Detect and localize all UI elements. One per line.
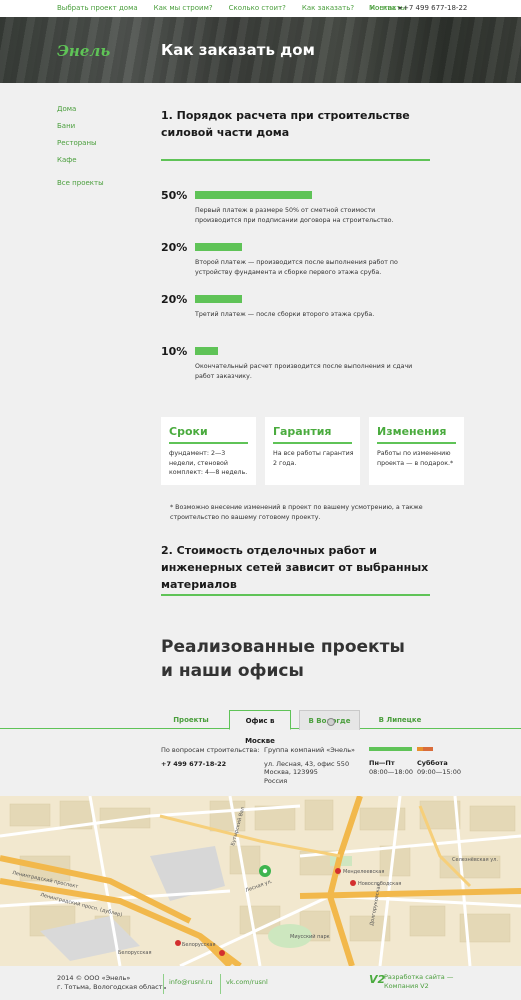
city-label: Москва bbox=[369, 4, 396, 12]
footer: 2014 © ООО «Энель» г. Тотьма, Вологодска… bbox=[0, 966, 521, 1000]
metro-icon bbox=[335, 868, 341, 874]
metro-icon bbox=[219, 950, 225, 956]
card-divider bbox=[273, 442, 352, 444]
schedule-saturday-hours: 09:00—15:00 bbox=[417, 767, 461, 776]
section2-title: 2. Стоимость отделочных работ и инженерн… bbox=[161, 544, 429, 591]
payment-bar bbox=[195, 191, 312, 199]
schedule-weekdays-hours: 08:00—18:00 bbox=[369, 767, 413, 776]
map-label-seleznevskaya: Селезнёвская ул. bbox=[452, 857, 498, 863]
card-text: На все работы гарантия 2 года. bbox=[273, 450, 354, 467]
payment-description: Третий платеж — после сборки второго эта… bbox=[195, 311, 375, 318]
city-selector[interactable]: Москва bbox=[369, 4, 402, 12]
schedule-weekdays: Пн—Пт 08:00—18:00 bbox=[369, 759, 413, 776]
info-cards: Сроки фундамент: 2—3 недели, стеновой ко… bbox=[161, 417, 464, 485]
card-title: Изменения bbox=[377, 425, 447, 438]
footer-vk-link[interactable]: vk.com/rusnl bbox=[226, 978, 268, 986]
map-label-mendeleevskaya: Менделеевская bbox=[343, 869, 384, 875]
payment-percent: 50% bbox=[161, 189, 188, 202]
mouse-cursor-icon bbox=[327, 718, 335, 726]
sidebar: Дома Бани Рестораны Кафе Все проекты bbox=[57, 105, 104, 196]
map-label-belorusskaya-2: Белорусская bbox=[118, 950, 151, 956]
projects-title: Реализованные проекты и наши офисы bbox=[161, 635, 461, 683]
office-company: Группа компаний «Энель» bbox=[264, 746, 356, 754]
payment-percent: 10% bbox=[161, 345, 188, 358]
logo[interactable]: Энель bbox=[57, 42, 110, 60]
sidebar-item-restaurants[interactable]: Рестораны bbox=[57, 139, 104, 156]
metro-icon bbox=[175, 940, 181, 946]
tab-lipetsk[interactable]: В Липецке bbox=[369, 710, 431, 730]
developer-credit-line2: Компания V2 bbox=[384, 982, 429, 990]
card-changes: Изменения Работы по изменению проекта — … bbox=[369, 417, 464, 485]
card-title: Сроки bbox=[169, 425, 208, 438]
payment-description: Окончательный расчет производится после … bbox=[195, 363, 413, 380]
schedule-saturday-label: Суббота bbox=[417, 759, 448, 767]
map-label-belorusskaya: Белорусская bbox=[182, 942, 215, 948]
section2-divider bbox=[161, 594, 430, 596]
sidebar-item-houses[interactable]: Дома bbox=[57, 105, 104, 122]
tab-moscow-office[interactable]: Офис в Москве bbox=[229, 710, 291, 745]
nav-item-how-we-build[interactable]: Как мы строим? bbox=[154, 4, 213, 12]
office-contact-label: По вопросам строительства: bbox=[161, 746, 260, 754]
nav-item-how-to-order[interactable]: Как заказать? bbox=[302, 4, 354, 12]
office-address-line2: Москва, 123995 bbox=[264, 768, 318, 776]
schedule-bar-saturday-end bbox=[423, 747, 433, 751]
nav-item-choose-project[interactable]: Выбрать проект дома bbox=[57, 4, 138, 12]
footer-copyright-line2: г. Тотьма, Вологодская область bbox=[57, 983, 167, 991]
footer-divider bbox=[163, 974, 164, 994]
footer-divider bbox=[220, 974, 221, 994]
office-address-line1: ул. Лесная, 43, офис 550 bbox=[264, 759, 350, 768]
map-marker-icon[interactable] bbox=[259, 865, 271, 877]
footer-copyright-line1: 2014 © ООО «Энель» bbox=[57, 974, 131, 982]
metro-icon bbox=[350, 880, 356, 886]
tab-projects[interactable]: Проекты bbox=[161, 710, 221, 730]
footer-copyright: 2014 © ООО «Энель» г. Тотьма, Вологодска… bbox=[57, 974, 166, 992]
map-label-miussky-park: Миусский парк bbox=[290, 933, 330, 940]
section1-divider bbox=[161, 159, 430, 161]
developer-credit[interactable]: Разработка сайта — Компания V2 bbox=[384, 973, 453, 991]
office-map[interactable]: Ленинградский проспект Ленинградский про… bbox=[0, 796, 521, 966]
card-warranty: Гарантия На все работы гарантия 2 года. bbox=[265, 417, 360, 485]
developer-logo[interactable]: V2 bbox=[369, 973, 385, 986]
card-divider bbox=[377, 442, 456, 444]
office-phone: +7 499 677-18-22 bbox=[161, 759, 227, 768]
developer-credit-line1: Разработка сайта — bbox=[384, 973, 454, 981]
payment-percent: 20% bbox=[161, 293, 188, 306]
footer-email-link[interactable]: info@rusnl.ru bbox=[169, 978, 213, 986]
office-address-line3: Россия bbox=[264, 776, 288, 785]
card-text: Работы по изменению проекта — в подарок.… bbox=[377, 450, 454, 467]
top-nav: Выбрать проект дома Как мы строим? Сколь… bbox=[0, 0, 521, 17]
card-timing: Сроки фундамент: 2—3 недели, стеновой ко… bbox=[161, 417, 256, 485]
card-divider bbox=[169, 442, 248, 444]
payment-bar bbox=[195, 295, 242, 303]
sidebar-item-baths[interactable]: Бани bbox=[57, 122, 104, 139]
sidebar-item-cafes[interactable]: Кафе bbox=[57, 156, 104, 173]
section1-title: 1. Порядок расчета при строительстве сил… bbox=[161, 109, 410, 139]
payment-percent: 20% bbox=[161, 241, 188, 254]
payment-bar bbox=[195, 347, 218, 355]
schedule-weekdays-label: Пн—Пт bbox=[369, 759, 395, 767]
hero-banner: Энель Как заказать дом bbox=[0, 17, 521, 83]
payment-description: Второй платеж — производится после выпол… bbox=[195, 259, 398, 276]
card-text: фундамент: 2—3 недели, стеновой комплект… bbox=[169, 450, 248, 476]
card-title: Гарантия bbox=[273, 425, 332, 438]
chevron-down-icon bbox=[397, 6, 402, 10]
schedule-saturday: Суббота 09:00—15:00 bbox=[417, 759, 461, 776]
map-canvas[interactable]: Ленинградский проспект Ленинградский про… bbox=[0, 796, 521, 966]
footnote: * Возможно внесение изменений в проект п… bbox=[170, 504, 423, 521]
projects-title-line1: Реализованные проекты bbox=[161, 637, 405, 657]
payment-description: Первый платеж в размере 50% от сметной с… bbox=[195, 207, 394, 224]
office-contact: По вопросам строительства: +7 499 677-18… bbox=[161, 746, 261, 768]
office-address: Группа компаний «Энель» ул. Лесная, 43, … bbox=[264, 746, 364, 785]
nav-item-price[interactable]: Сколько стоит? bbox=[229, 4, 286, 12]
page-title: Как заказать дом bbox=[161, 41, 315, 59]
payment-bar bbox=[195, 243, 242, 251]
sidebar-item-all-projects[interactable]: Все проекты bbox=[57, 179, 104, 196]
projects-title-line2: и наши офисы bbox=[161, 661, 304, 681]
schedule-bar-weekdays bbox=[369, 747, 412, 751]
header-phone: +7 499 677-18-22 bbox=[403, 4, 468, 12]
top-nav-items: Выбрать проект дома Как мы строим? Сколь… bbox=[57, 4, 422, 12]
